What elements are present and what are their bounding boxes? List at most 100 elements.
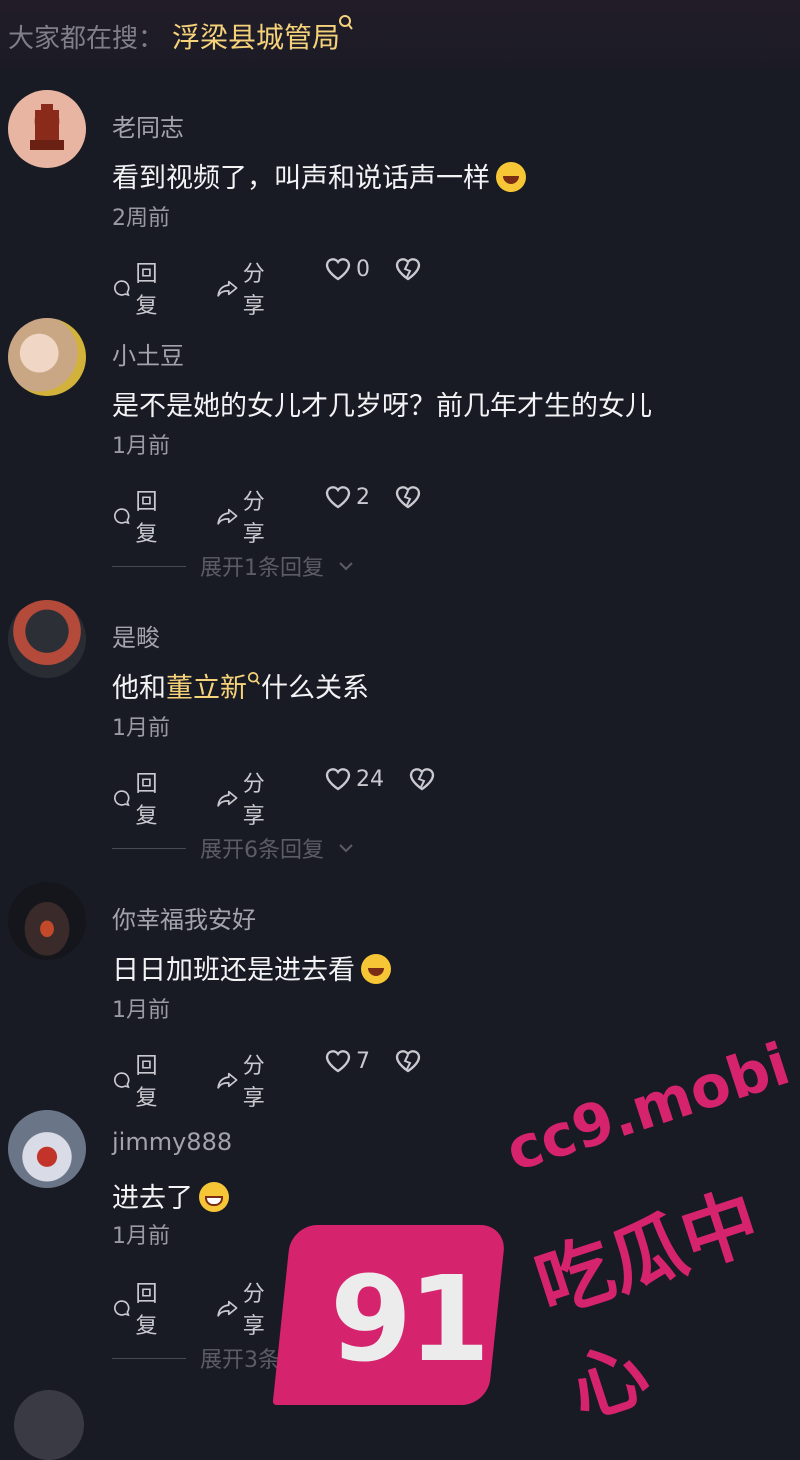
share-button[interactable]: 分享 (216, 1276, 274, 1340)
share-arrow-icon (217, 280, 238, 297)
comment-username[interactable]: 小土豆 (112, 336, 184, 371)
like-button[interactable]: 24 (324, 766, 384, 792)
comment-text: 他和董立新 什么关系 (112, 666, 369, 705)
grin-emoji-icon (199, 1182, 229, 1212)
reply-button[interactable]: 回复 (112, 766, 166, 830)
heart-icon (325, 486, 351, 509)
expand-replies-label: 展开1条回复 (200, 556, 324, 581)
comment-username[interactable]: 是畯 (112, 618, 160, 653)
search-icon (247, 672, 261, 691)
like-count: 24 (356, 766, 384, 792)
dislike-button[interactable] (394, 256, 422, 282)
chevron-down-icon (339, 1354, 353, 1363)
like-count: 7 (356, 1048, 370, 1074)
search-suggestion-lead: 大家都在搜： (8, 24, 165, 54)
comment-text-after: 什么关系 (261, 673, 369, 704)
comment-username[interactable]: 你幸福我安好 (112, 900, 256, 935)
avatar[interactable] (8, 882, 86, 960)
avatar[interactable] (14, 1390, 84, 1460)
reply-label: 回复 (135, 1054, 158, 1111)
expand-replies-button[interactable]: 展开1条回复 (112, 550, 354, 582)
comment-text-body: 日日加班还是进去看 (112, 955, 355, 986)
like-button[interactable]: 2 (324, 484, 370, 510)
avatar[interactable] (8, 90, 86, 168)
like-count: 16 (356, 1276, 384, 1302)
share-button[interactable]: 分享 (216, 766, 274, 830)
share-label: 分享 (242, 262, 265, 319)
comment-text: 看到视频了，叫声和说话声一样 (112, 156, 526, 195)
reply-button[interactable]: 回复 (112, 1276, 166, 1340)
share-label: 分享 (242, 490, 265, 547)
broken-heart-icon (395, 486, 421, 509)
avatar[interactable] (8, 1110, 86, 1188)
like-button[interactable]: 16 (324, 1276, 384, 1302)
like-button[interactable]: 0 (324, 256, 370, 282)
divider-line (112, 565, 186, 567)
watermark-name: 吃瓜中心 (525, 1175, 770, 1436)
reply-bubble-icon (114, 1072, 130, 1089)
comment-time: 2周前 (112, 206, 170, 231)
share-arrow-icon (217, 1072, 238, 1089)
chevron-down-icon (339, 562, 353, 571)
dislike-button[interactable] (394, 1048, 422, 1074)
comment-text-before: 他和 (112, 673, 166, 704)
reply-label: 回复 (135, 772, 158, 829)
divider-line (112, 847, 186, 849)
watermark-badge (272, 1225, 507, 1405)
rolling-laugh-emoji-icon (496, 162, 526, 192)
comment-text: 是不是她的女儿才几岁呀？前几年才生的女儿 (112, 391, 652, 422)
dislike-button[interactable] (394, 484, 422, 510)
search-suggestion-term[interactable]: 浮梁县城管局 (172, 16, 340, 56)
like-button[interactable]: 7 (324, 1048, 370, 1074)
dislike-button[interactable] (404, 1276, 432, 1302)
rolling-laugh-emoji-icon (361, 954, 391, 984)
comment-text: 进去了 (112, 1176, 229, 1215)
reply-label: 回复 (135, 262, 158, 319)
broken-heart-icon (395, 258, 421, 281)
share-arrow-icon (217, 508, 238, 525)
search-suggestion-bar[interactable]: 大家都在搜： 浮梁县城管局 (0, 0, 800, 70)
avatar[interactable] (8, 318, 86, 396)
reply-bubble-icon (114, 280, 130, 297)
like-count: 0 (356, 256, 370, 282)
comment-time: 1月前 (112, 998, 170, 1023)
comment-username[interactable]: 老同志 (112, 108, 184, 143)
reply-button[interactable]: 回复 (112, 256, 166, 320)
dislike-button[interactable] (408, 766, 436, 792)
divider-line (112, 1357, 186, 1359)
heart-icon (325, 1050, 351, 1073)
comment-text-body: 看到视频了，叫声和说话声一样 (112, 163, 490, 194)
share-arrow-icon (217, 1300, 238, 1317)
expand-replies-button[interactable]: 展开3条回复 (112, 1342, 354, 1374)
share-label: 分享 (242, 1282, 265, 1339)
share-label: 分享 (242, 1054, 265, 1111)
broken-heart-icon (395, 1050, 421, 1073)
reply-label: 回复 (135, 490, 158, 547)
comment-time: 1月前 (112, 1224, 170, 1249)
share-button[interactable]: 分享 (216, 1048, 274, 1112)
share-button[interactable]: 分享 (216, 256, 274, 320)
reply-button[interactable]: 回复 (112, 484, 166, 548)
expand-replies-label: 展开3条回复 (200, 1348, 324, 1373)
reply-bubble-icon (114, 790, 130, 807)
reply-button[interactable]: 回复 (112, 1048, 166, 1112)
heart-icon (325, 258, 351, 281)
expand-replies-button[interactable]: 展开6条回复 (112, 832, 354, 864)
search-icon (338, 14, 354, 36)
reply-bubble-icon (114, 508, 130, 525)
share-button[interactable]: 分享 (216, 484, 274, 548)
broken-heart-icon (405, 1278, 431, 1301)
comment-username[interactable]: jimmy888 (112, 1128, 232, 1156)
share-arrow-icon (217, 790, 238, 807)
search-link[interactable]: 董立新 (166, 673, 247, 704)
comment-text: 日日加班还是进去看 (112, 948, 391, 987)
chevron-down-icon (339, 844, 353, 853)
heart-icon (325, 1278, 351, 1301)
like-count: 2 (356, 484, 370, 510)
comment-text-body: 进去了 (112, 1183, 193, 1214)
avatar[interactable] (8, 600, 86, 678)
comment-time: 1月前 (112, 716, 170, 741)
comment-time: 1月前 (112, 434, 170, 459)
reply-bubble-icon (114, 1300, 130, 1317)
broken-heart-icon (409, 768, 435, 791)
